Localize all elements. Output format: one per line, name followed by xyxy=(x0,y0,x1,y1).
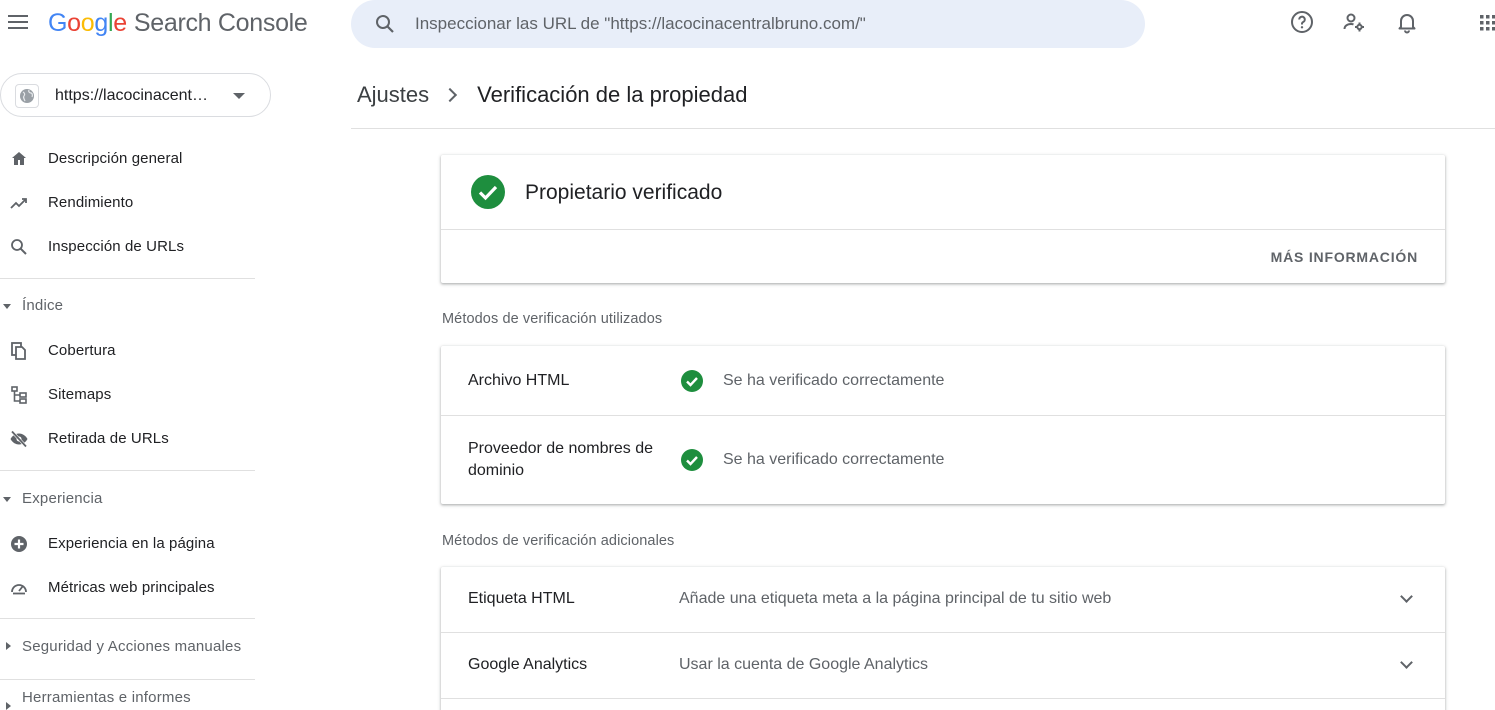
sidebar-item-url-inspection[interactable]: Inspección de URLs xyxy=(0,227,255,267)
bell-icon[interactable] xyxy=(1395,10,1419,34)
collapse-arrow-icon xyxy=(3,304,11,309)
method-status: Se ha verificado correctamente xyxy=(723,372,945,389)
globe-icon xyxy=(15,84,39,108)
sidebar-item-label: Rendimiento xyxy=(48,194,134,211)
manage-accounts-icon[interactable] xyxy=(1342,10,1366,34)
url-inspection-search[interactable] xyxy=(351,0,1145,48)
method-description: Añade una etiqueta meta a la página prin… xyxy=(679,590,1112,607)
check-circle-icon xyxy=(471,175,505,209)
logo-letter: g xyxy=(94,9,108,37)
more-info-button[interactable]: MÁS INFORMACIÓN xyxy=(1271,249,1418,265)
owner-status-title: Propietario verificado xyxy=(525,181,723,204)
sidebar-item-label: Métricas web principales xyxy=(48,579,215,596)
additional-methods-card: Etiqueta HTML Añade una etiqueta meta a … xyxy=(441,567,1445,710)
chevron-down-icon[interactable] xyxy=(1400,590,1413,603)
used-methods-label: Métodos de verificación utilizados xyxy=(442,311,663,327)
search-input[interactable] xyxy=(415,10,1115,38)
sidebar-item-performance[interactable]: Rendimiento xyxy=(0,183,255,223)
sidebar-divider xyxy=(0,618,255,619)
expand-arrow-icon xyxy=(6,642,11,650)
page-title: Verificación de la propiedad xyxy=(477,82,748,107)
search-icon xyxy=(376,15,394,33)
home-icon xyxy=(12,152,26,165)
sidebar-item-sitemaps[interactable]: Sitemaps xyxy=(0,375,255,415)
sidebar-section-experience[interactable]: Experiencia xyxy=(0,485,255,515)
sidebar-divider xyxy=(0,470,255,471)
top-bar: Google Search Console xyxy=(0,0,1495,50)
sidebar-item-label: Descripción general xyxy=(48,150,183,167)
sidebar-section-index[interactable]: Índice xyxy=(0,292,255,322)
method-name: Archivo HTML xyxy=(468,372,570,389)
sidebar-item-label: Retirada de URLs xyxy=(48,430,169,447)
chevron-down-icon[interactable] xyxy=(1400,656,1413,669)
method-expandable-row[interactable]: Google Analytics Usar la cuenta de Googl… xyxy=(441,633,1445,698)
list-item: Proveedor de nombres de dominio Se ha ve… xyxy=(441,416,1445,504)
method-expandable-row[interactable]: Etiqueta HTML Añade una etiqueta meta a … xyxy=(441,567,1445,632)
product-name: Search Console xyxy=(133,9,308,37)
method-status: Se ha verificado correctamente xyxy=(723,451,945,468)
sidebar-item-label: Experiencia en la página xyxy=(48,535,215,552)
sidebar-item-label: Cobertura xyxy=(48,342,116,359)
owner-status-card: Propietario verificado MÁS INFORMACIÓN xyxy=(441,155,1445,283)
list-item: Archivo HTML Se ha verificado correctame… xyxy=(441,346,1445,415)
used-methods-card: Archivo HTML Se ha verificado correctame… xyxy=(441,346,1445,504)
section-label: Índice xyxy=(22,297,64,314)
speed-icon xyxy=(11,584,27,595)
section-label: Seguridad y Acciones manuales xyxy=(22,638,242,655)
sidebar-item-label: Inspección de URLs xyxy=(48,238,185,255)
logo-letter: G xyxy=(48,9,68,37)
additional-methods-label: Métodos de verificación adicionales xyxy=(442,533,675,549)
sidebar-item-coverage[interactable]: Cobertura xyxy=(0,331,255,371)
method-name: Proveedor de nombres de dominio xyxy=(468,440,653,479)
section-label: Herramientas e informes xyxy=(22,689,191,706)
app-logo[interactable]: Google Search Console xyxy=(48,9,308,38)
sidebar-divider xyxy=(0,278,255,279)
expand-arrow-icon xyxy=(6,702,11,710)
method-name: Etiqueta HTML xyxy=(468,590,575,607)
eye-off-icon xyxy=(10,430,28,448)
help-icon[interactable] xyxy=(1290,10,1314,34)
sidebar-item-overview[interactable]: Descripción general xyxy=(0,139,255,179)
breadcrumb: Ajustes Verificación de la propiedad xyxy=(357,82,747,108)
row-divider xyxy=(441,698,1445,699)
sidebar-item-page-experience[interactable]: Experiencia en la página xyxy=(0,524,255,564)
property-selector[interactable]: https://lacocinacent… xyxy=(0,73,271,117)
card-divider xyxy=(441,229,1445,230)
logo-letter: o xyxy=(67,9,81,37)
sidebar-item-label: Sitemaps xyxy=(48,386,112,403)
logo-letter: o xyxy=(80,9,95,37)
search-icon xyxy=(11,239,27,255)
chevron-right-icon xyxy=(443,87,458,103)
apps-grid-icon[interactable] xyxy=(1478,10,1495,34)
section-label: Experiencia xyxy=(22,490,103,507)
collapse-arrow-icon xyxy=(3,497,11,502)
trending-up-icon xyxy=(10,198,27,209)
property-url: https://lacocinacent… xyxy=(55,87,208,104)
sidebar-divider xyxy=(0,679,255,680)
sitemap-icon xyxy=(11,386,27,404)
check-circle-icon xyxy=(681,449,703,471)
sidebar-section-tools[interactable]: Herramientas e informes xyxy=(0,683,255,710)
sidebar-item-url-removals[interactable]: Retirada de URLs xyxy=(0,419,255,459)
check-circle-icon xyxy=(681,370,703,392)
logo-letter: e xyxy=(113,9,127,37)
plus-circle-icon xyxy=(11,536,27,552)
method-name: Google Analytics xyxy=(468,656,588,673)
menu-icon[interactable] xyxy=(6,10,30,34)
method-description: Usar la cuenta de Google Analytics xyxy=(679,656,929,673)
copy-icon xyxy=(11,342,26,360)
breadcrumb-settings-link[interactable]: Ajustes xyxy=(357,82,429,108)
sidebar-section-security[interactable]: Seguridad y Acciones manuales xyxy=(0,633,255,663)
header-divider xyxy=(351,128,1495,129)
dropdown-arrow-icon xyxy=(233,93,245,99)
sidebar-item-core-web-vitals[interactable]: Métricas web principales xyxy=(0,568,255,608)
